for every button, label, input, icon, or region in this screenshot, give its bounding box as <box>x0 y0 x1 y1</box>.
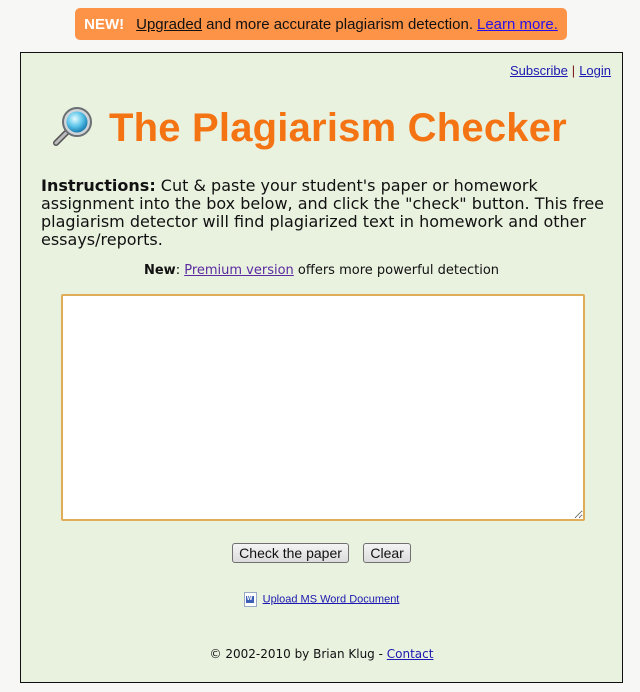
contact-link[interactable]: Contact <box>387 647 434 661</box>
main-panel: Subscribe|Login The Plagiarism Checker <box>20 52 623 683</box>
upload-word-link[interactable]: Upload MS Word Document <box>263 593 400 605</box>
page-header: The Plagiarism Checker <box>51 105 611 151</box>
clear-button[interactable]: Clear <box>363 543 411 563</box>
premium-colon: : <box>175 263 185 278</box>
upload-section: W Upload MS Word Document <box>21 592 622 607</box>
paper-textarea[interactable] <box>61 294 585 521</box>
footer: © 2002-2010 by Brian Klug - Contact <box>21 647 622 661</box>
action-buttons: Check the paper Clear <box>21 543 622 563</box>
account-links: Subscribe | Login <box>510 63 611 78</box>
premium-new-label: New <box>143 263 176 278</box>
new-badge: NEW! <box>84 15 125 33</box>
page-title: The Plagiarism Checker <box>109 105 567 150</box>
instructions: Instructions: Cut & paste your student's… <box>41 177 606 249</box>
copyright-text: © 2002-2010 by Brian Klug - <box>209 647 387 661</box>
subscribe-link[interactable]: Subscribe <box>510 63 568 78</box>
word-document-icon: W <box>243 592 257 607</box>
instructions-label: Instructions: <box>41 176 156 195</box>
premium-version-link[interactable]: Premium version <box>184 263 294 278</box>
banner-text: and more accurate plagiarism detection. <box>202 15 473 33</box>
link-separator: | <box>571 63 576 78</box>
check-paper-button[interactable]: Check the paper <box>232 543 349 563</box>
premium-notice: New: Premium version offers more powerfu… <box>21 263 622 278</box>
magnifier-icon <box>51 104 95 152</box>
login-link[interactable]: Login <box>579 63 611 78</box>
premium-text: offers more powerful detection <box>293 263 500 278</box>
upgraded-link[interactable]: Upgraded <box>136 16 202 33</box>
announcement-banner: NEW! Upgraded and more accurate plagiari… <box>75 8 567 40</box>
learn-more-link[interactable]: Learn more. <box>477 16 558 33</box>
